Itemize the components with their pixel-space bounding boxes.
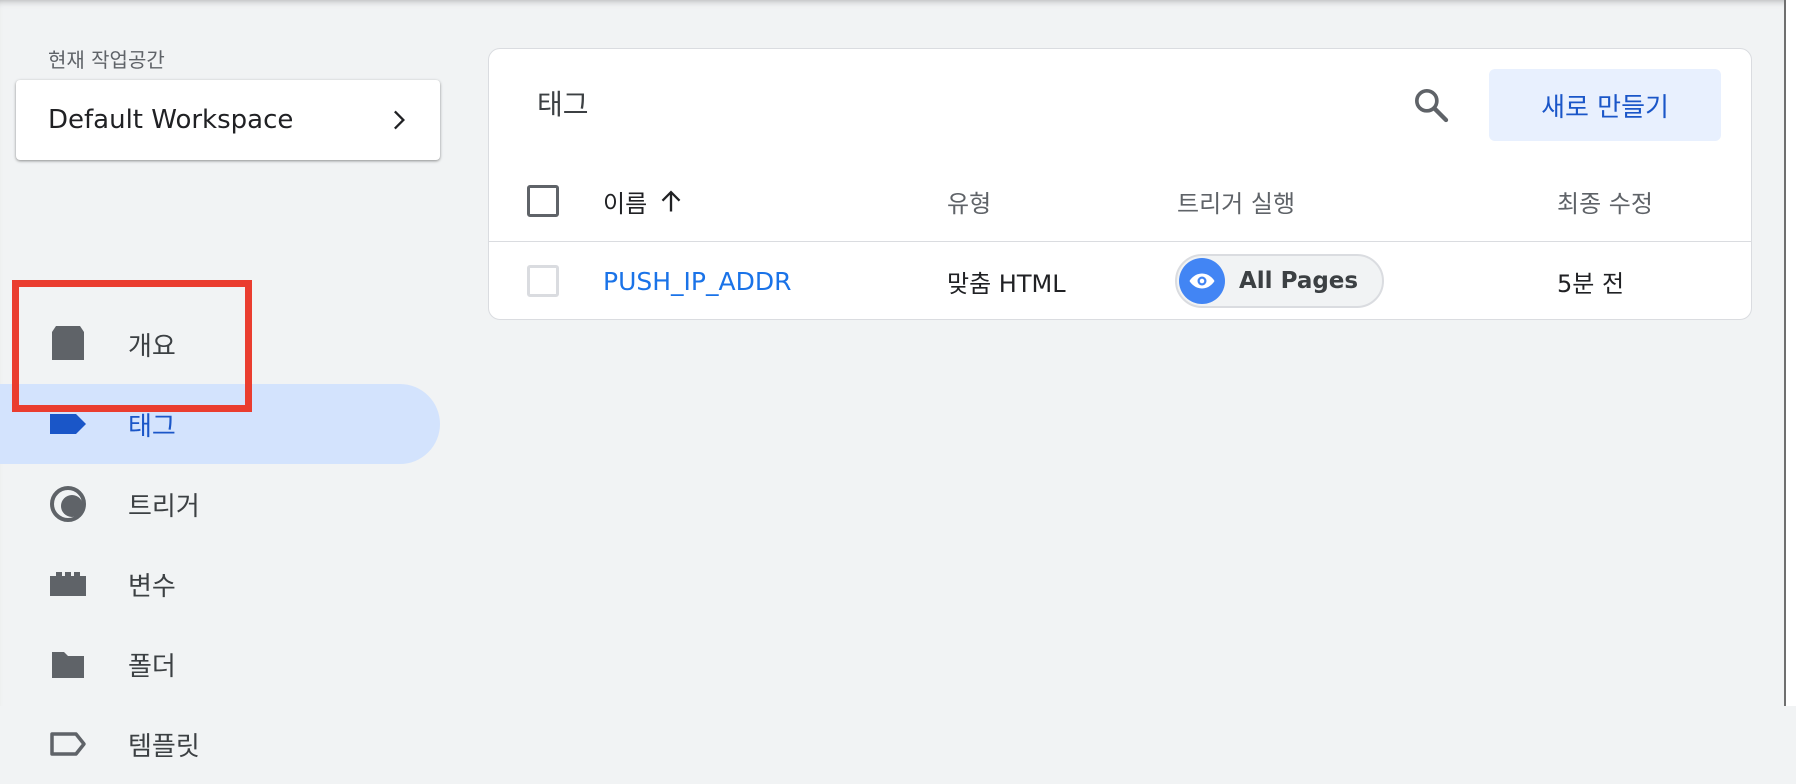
- tag-type-cell: 맞춤 HTML: [947, 269, 1066, 298]
- workspace-caption: 현재 작업공간: [48, 48, 165, 72]
- table-header: 이름 유형 트리거 실행 최종 수정: [489, 161, 1751, 242]
- column-header-type[interactable]: 유형: [947, 161, 991, 241]
- trigger-chip[interactable]: All Pages: [1175, 254, 1385, 308]
- folder-icon: [48, 644, 88, 684]
- new-tag-button[interactable]: 새로 만들기: [1489, 69, 1721, 141]
- app-frame: 현재 작업공간 Default Workspace 개요 태그 트리거 변수 폴…: [0, 0, 1786, 762]
- sidebar-item-overview[interactable]: 개요: [0, 304, 440, 384]
- eye-icon: [1179, 258, 1225, 304]
- row-checkbox[interactable]: [527, 265, 559, 297]
- last-edited-cell: 5분 전: [1557, 269, 1625, 298]
- search-button[interactable]: [1407, 81, 1455, 129]
- column-header-triggers[interactable]: 트리거 실행: [1177, 161, 1295, 241]
- variable-icon: [48, 564, 88, 604]
- sidebar-item-templates[interactable]: 템플릿: [0, 704, 440, 784]
- sidebar-item-label: 템플릿: [128, 731, 200, 762]
- sidebar-item-label: 태그: [128, 411, 176, 442]
- overview-icon: [48, 324, 88, 364]
- sidebar-item-label: 개요: [128, 331, 176, 362]
- select-all-cell: [527, 161, 559, 241]
- search-icon: [1415, 89, 1449, 123]
- sidebar-item-folders[interactable]: 폴더: [0, 624, 440, 704]
- tag-name-link[interactable]: PUSH_IP_ADDR: [603, 267, 791, 296]
- trigger-cell: All Pages: [1175, 242, 1385, 320]
- tags-card: 태그 새로 만들기 이름 유형 트리거 실행 최종 수정 PUSH_IP_ADD…: [488, 48, 1752, 320]
- sidebar-item-variables[interactable]: 변수: [0, 544, 440, 624]
- column-header-name-label: 이름: [603, 189, 648, 218]
- tag-icon: [48, 404, 88, 444]
- sidebar-nav: 개요 태그 트리거 변수 폴더 템플릿: [0, 304, 440, 784]
- sidebar-item-label: 폴더: [128, 651, 176, 682]
- template-icon: [48, 724, 88, 764]
- sidebar-item-label: 변수: [128, 571, 176, 602]
- sidebar-item-triggers[interactable]: 트리거: [0, 464, 440, 544]
- chevron-right-icon: [394, 110, 405, 130]
- arrow-up-icon: [661, 190, 681, 212]
- workspace-name: Default Workspace: [48, 105, 294, 135]
- window-edge: [1784, 0, 1796, 706]
- trigger-chip-label: All Pages: [1239, 268, 1359, 294]
- tag-name-cell: PUSH_IP_ADDR: [603, 242, 791, 320]
- sidebar-item-label: 트리거: [128, 491, 200, 522]
- column-header-name[interactable]: 이름: [603, 161, 685, 241]
- row-select-cell: [527, 242, 559, 320]
- workspace-selector[interactable]: Default Workspace: [16, 80, 440, 160]
- table-row: PUSH_IP_ADDR 맞춤 HTML All Pages 5분 전: [489, 242, 1751, 320]
- sidebar-item-tags[interactable]: 태그: [0, 384, 440, 464]
- select-all-checkbox[interactable]: [527, 185, 559, 217]
- column-header-last-edited[interactable]: 최종 수정: [1557, 161, 1653, 241]
- trigger-icon: [48, 484, 88, 524]
- page-title: 태그: [537, 88, 589, 121]
